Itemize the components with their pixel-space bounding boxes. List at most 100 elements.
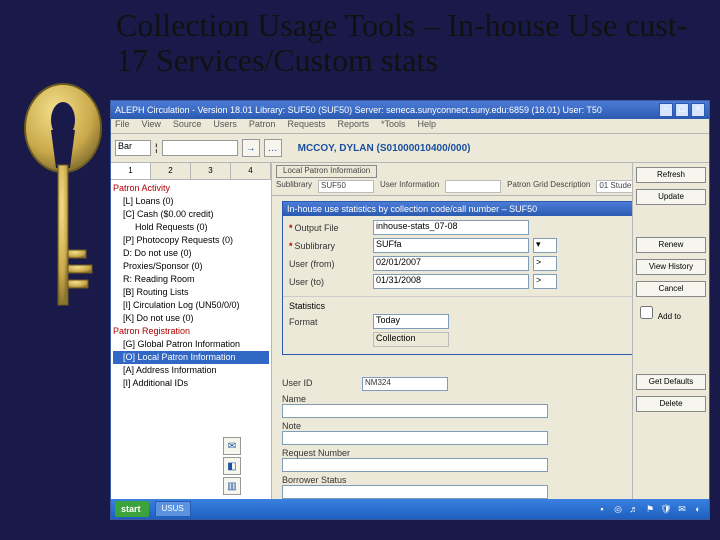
tree-item[interactable]: [A] Address Information [113,364,269,377]
menu-file[interactable]: File [115,119,130,133]
delete-button[interactable]: Delete [636,396,706,412]
menu-users[interactable]: Users [213,119,237,133]
nav-tree: Patron Activity[L] Loans (0)[C] Cash ($0… [111,180,271,392]
field-label: User (from) [289,259,369,269]
tree-item[interactable]: [B] Routing Lists [113,286,269,299]
dialog-title: In-house use statistics by collection co… [283,202,632,216]
tray-icon[interactable]: ⚑ [643,502,657,516]
field-input[interactable]: inhouse-stats_07-08 [373,220,529,235]
menu-requests[interactable]: Requests [287,119,325,133]
key-decorative [18,80,108,360]
menu-source[interactable]: Source [173,119,202,133]
field-label: *Output File [289,223,369,233]
tree-item: Patron Activity [113,182,269,195]
tree-item[interactable]: Hold Requests (0) [113,221,269,234]
detail-field[interactable] [282,404,548,418]
info-button[interactable]: Local Patron Information [276,165,377,178]
menu-tools[interactable]: *Tools [381,119,406,133]
start-button[interactable]: start [115,501,149,517]
tray-icon[interactable]: ✉ [675,502,689,516]
tree-item[interactable]: [C] Cash ($0.00 credit) [113,208,269,221]
window-title: ALEPH Circulation - Version 18.01 Librar… [115,105,602,115]
detail-field[interactable]: NM324 [362,377,448,391]
tree-item[interactable]: [I] Additional IDs [113,377,269,390]
window-minimize-button[interactable]: – [659,103,673,117]
taskbar: start USUS ▪ ◎ ♬ ⚑ 🛡 ✉ ◐ [111,499,709,519]
tray-icon[interactable]: ▪ [595,502,609,516]
get-defaults-button[interactable]: Get Defaults [636,374,706,390]
tree-item[interactable]: [L] Loans (0) [113,195,269,208]
mail-icon[interactable]: ✉ [223,437,241,455]
field-input[interactable]: 01/31/2008 [373,274,529,289]
field-input[interactable]: 02/01/2007 [373,256,529,271]
right-panel: Refresh Update Renew View History Cancel… [632,163,709,507]
left-panel: 1 2 3 4 Patron Activity[L] Loans (0)[C] … [111,163,272,507]
menu-bar: File View Source Users Patron Requests R… [111,119,709,134]
info-value: SUF50 [318,180,374,193]
ellipsis-button[interactable]: … [264,139,282,157]
renew-button[interactable]: Renew [636,237,706,253]
current-patron: MCCOY, DYLAN (S01000010400/000) [298,143,471,154]
slide-title: Collection Usage Tools – In-house Use cu… [116,8,706,78]
main-panel: Local Patron Information SublibrarySUF50… [272,163,632,507]
tree-item[interactable]: D: Do not use (0) [113,247,269,260]
field-label: *Sublibrary [289,241,369,251]
search-input[interactable] [162,140,238,156]
format-label: Format [289,317,369,327]
left-tab-4[interactable]: 4 [231,163,271,179]
info-value: 01 Student_Credit [596,180,632,193]
view-history-button[interactable]: View History [636,259,706,275]
detail-label: Note [282,421,362,431]
mode-selector[interactable]: Bar [115,140,151,156]
tree-item[interactable]: [O] Local Patron Information [113,351,269,364]
left-tab-3[interactable]: 3 [191,163,231,179]
menu-reports[interactable]: Reports [337,119,369,133]
tree-item[interactable]: [G] Global Patron Information [113,338,269,351]
add-to-checkbox[interactable] [640,306,653,319]
update-button[interactable]: Update [636,189,706,205]
detail-label: Request Number [282,448,362,458]
menu-help[interactable]: Help [418,119,437,133]
toolbar-sep: ¦ [155,143,158,154]
field-input[interactable]: SUFfa [373,238,529,253]
field-label: User (to) [289,277,369,287]
detail-label: User ID [282,378,362,388]
format-select[interactable]: Today [373,314,449,329]
tray-icon[interactable]: ◎ [611,502,625,516]
detail-label: Borrower Status [282,475,362,485]
panel-icon[interactable]: ◧ [223,457,241,475]
left-tab-2[interactable]: 2 [151,163,191,179]
menu-view[interactable]: View [142,119,161,133]
app-window: ALEPH Circulation - Version 18.01 Librar… [110,100,710,520]
tree-item[interactable]: [K] Do not use (0) [113,312,269,325]
picker-button[interactable]: > [533,274,557,289]
info-value [445,180,501,193]
detail-field[interactable] [282,485,548,499]
tree-item[interactable]: [P] Photocopy Requests (0) [113,234,269,247]
grid-icon[interactable]: ▥ [223,477,241,495]
window-titlebar: ALEPH Circulation - Version 18.01 Librar… [111,101,709,119]
dropdown-icon[interactable]: ▾ [533,238,557,253]
tree-item[interactable]: Proxies/Sponsor (0) [113,260,269,273]
tree-item: Patron Registration [113,325,269,338]
go-button[interactable]: → [242,139,260,157]
cancel-button[interactable]: Cancel [636,281,706,297]
tree-item[interactable]: R: Reading Room [113,273,269,286]
taskbar-item[interactable]: USUS [155,501,191,517]
left-tab-1[interactable]: 1 [111,163,151,179]
refresh-button[interactable]: Refresh [636,167,706,183]
collection-option[interactable]: Collection [373,332,449,347]
picker-button[interactable]: > [533,256,557,271]
window-close-button[interactable]: × [691,103,705,117]
tray-icon[interactable]: 🛡 [659,502,673,516]
detail-field[interactable] [282,458,548,472]
tray-icon[interactable]: ♬ [627,502,641,516]
menu-patron[interactable]: Patron [249,119,276,133]
detail-field[interactable] [282,431,548,445]
stats-dialog: In-house use statistics by collection co… [282,201,632,355]
detail-label: Name [282,394,362,404]
system-tray: ▪ ◎ ♬ ⚑ 🛡 ✉ ◐ [595,502,705,516]
tree-item[interactable]: [I] Circulation Log (UN50/0/0) [113,299,269,312]
window-maximize-button[interactable]: ▢ [675,103,689,117]
tray-icon[interactable]: ◐ [691,502,705,516]
